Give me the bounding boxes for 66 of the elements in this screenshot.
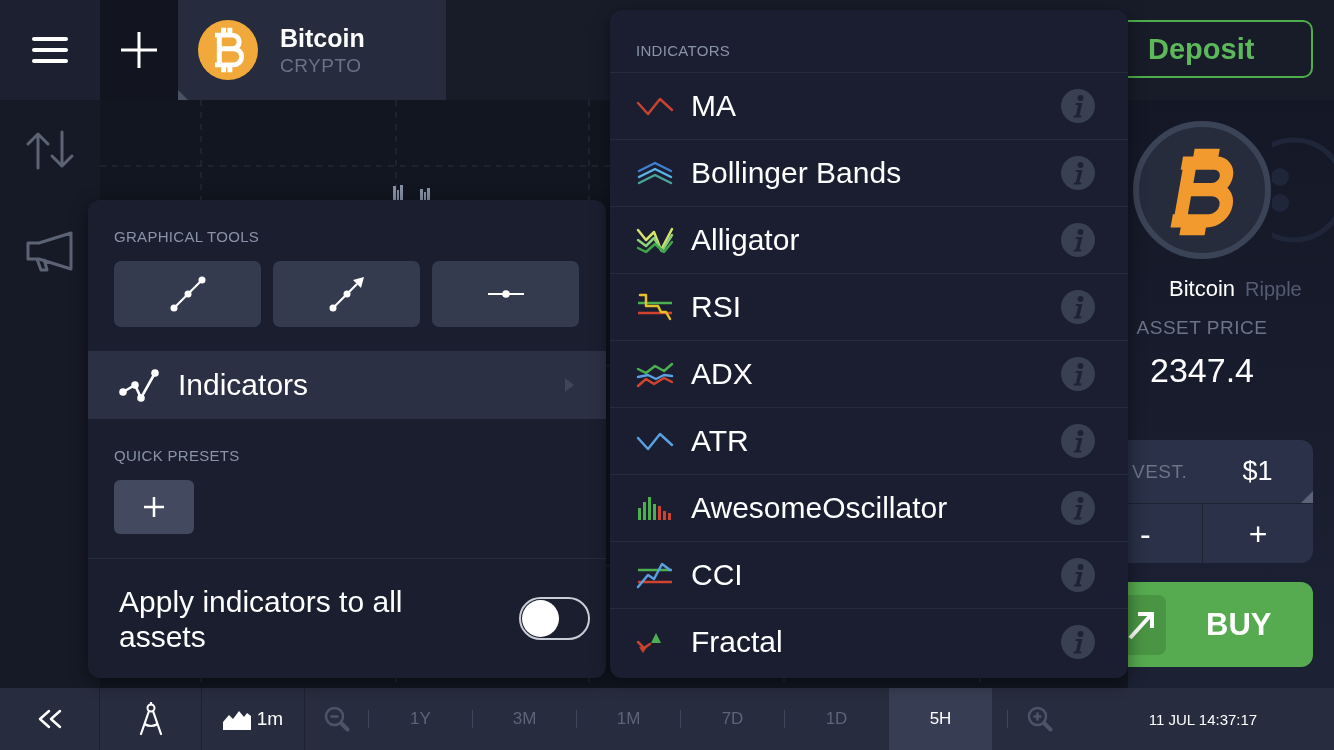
ray-tool-button[interactable] xyxy=(273,261,420,327)
section-label: QUICK PRESETS xyxy=(114,447,240,465)
indicator-item[interactable]: ATR xyxy=(610,407,1128,474)
up-down-arrows-icon[interactable] xyxy=(25,130,75,170)
info-icon[interactable] xyxy=(1061,223,1095,257)
info-icon[interactable] xyxy=(1061,625,1095,659)
arrow-line-icon xyxy=(328,276,365,312)
menu-icon xyxy=(32,37,68,63)
chart-type-button[interactable]: 1m xyxy=(202,688,305,750)
invest-label: VEST. xyxy=(1131,460,1189,483)
add-preset-button[interactable] xyxy=(114,480,194,534)
crossing-lines-icon xyxy=(636,226,674,254)
zoom-out-icon[interactable] xyxy=(323,706,350,732)
zoom-in-icon[interactable] xyxy=(1027,706,1053,732)
info-icon[interactable] xyxy=(1061,424,1095,458)
apply-all-label: Apply indicators to all assets xyxy=(119,583,404,654)
line-tool-button[interactable] xyxy=(114,261,261,327)
corner-triangle-icon xyxy=(1301,491,1313,503)
megaphone-icon[interactable] xyxy=(25,230,75,272)
indicators-menu-item[interactable]: Indicators xyxy=(88,351,606,419)
indicator-item[interactable]: Bollinger Bands xyxy=(610,139,1128,206)
section-label: INDICATORS xyxy=(636,42,731,59)
section-label: GRAPHICAL TOOLS xyxy=(114,228,260,246)
toggle-switch[interactable] xyxy=(519,597,590,640)
info-icon[interactable] xyxy=(1061,290,1095,324)
timeframe-tab[interactable]: 5H xyxy=(889,688,992,750)
info-icon[interactable] xyxy=(1061,357,1095,391)
indicator-item[interactable]: Alligator xyxy=(610,206,1128,273)
stacked-chevrons-icon xyxy=(636,159,674,187)
info-icon[interactable] xyxy=(1061,89,1095,123)
info-icon[interactable] xyxy=(1061,558,1095,592)
horizontal-line-icon xyxy=(487,290,524,298)
menu-button[interactable] xyxy=(0,0,100,100)
compass-icon xyxy=(137,702,164,736)
bar-chart-icon xyxy=(636,494,674,522)
indicator-item[interactable]: Fractal xyxy=(610,608,1128,675)
asset-tab[interactable]: Bitcoin CRYPTO xyxy=(178,0,446,100)
increase-button[interactable]: + xyxy=(1202,504,1313,563)
indicator-item[interactable]: RSI xyxy=(610,273,1128,340)
horizontal-line-tool-button[interactable] xyxy=(432,261,579,327)
stepped-lines-icon xyxy=(636,293,674,321)
amount-field[interactable]: $1 xyxy=(1202,440,1313,503)
indicator-item[interactable]: MA xyxy=(610,72,1128,139)
crossing-lines-icon xyxy=(636,561,674,589)
info-icon[interactable] xyxy=(1061,491,1095,525)
indicator-item[interactable]: ADX xyxy=(610,340,1128,407)
line-chart-icon xyxy=(118,367,162,403)
indicator-item[interactable]: AwesomeOscillator xyxy=(610,474,1128,541)
date-time: 11 JUL 14:37:17 xyxy=(1148,710,1258,728)
add-button[interactable] xyxy=(100,0,178,100)
asset-price: 2347.4 xyxy=(1150,351,1254,389)
decrease-button[interactable]: - xyxy=(1128,504,1202,563)
plus-icon xyxy=(121,32,157,68)
candlesticks xyxy=(393,184,431,200)
wavy-lines-icon xyxy=(636,360,674,388)
coin-name: Ripple xyxy=(1245,277,1302,301)
coin-logo-icon xyxy=(198,20,258,80)
indicator-item[interactable]: CCI xyxy=(610,541,1128,608)
double-chevron-left-icon xyxy=(36,709,63,729)
coin-name: Bitcoin xyxy=(1168,277,1235,301)
plus-icon xyxy=(144,497,164,517)
corner-triangle-icon xyxy=(178,90,188,100)
arrow-up-right-icon xyxy=(1128,594,1166,655)
asset-price-label: ASSET PRICE xyxy=(1136,317,1268,339)
line-segment-icon xyxy=(169,276,206,312)
info-icon[interactable] xyxy=(1061,156,1095,190)
